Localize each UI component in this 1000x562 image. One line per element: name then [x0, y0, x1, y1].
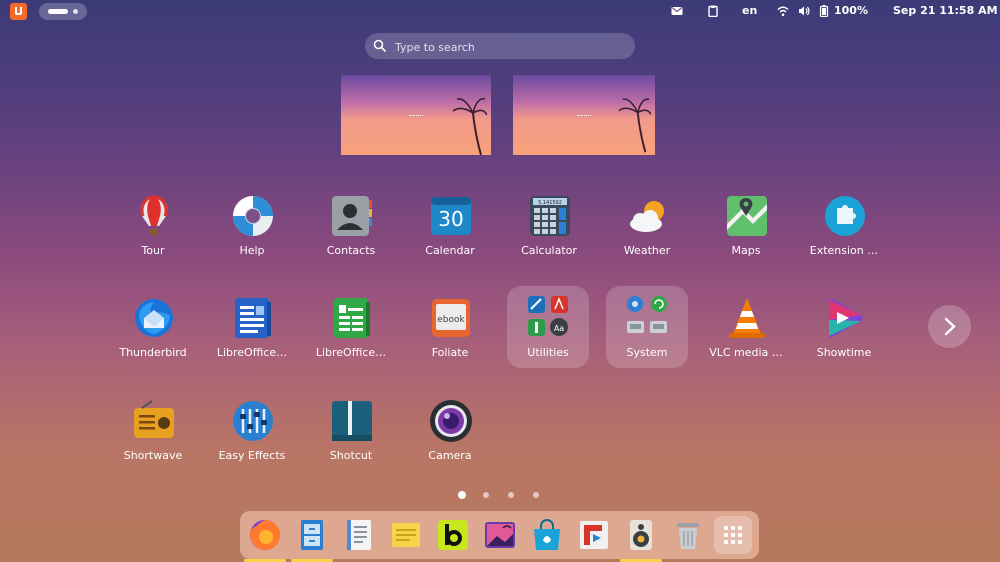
contacts-icon — [332, 196, 372, 236]
trash-icon — [677, 523, 699, 549]
svg-text:5,141592: 5,141592 — [538, 200, 562, 206]
firefox-icon — [250, 519, 281, 550]
puzzle-icon — [825, 196, 865, 236]
top-bar: en 100% Sep 21 11:58 AM — [0, 0, 1000, 24]
app-calendar[interactable]: 30 Calendar — [405, 186, 495, 276]
calendar-icon: 30 — [431, 197, 471, 235]
page-dot-4[interactable] — [533, 492, 539, 498]
thunderbird-icon — [135, 299, 173, 337]
search-icon — [373, 39, 387, 53]
wifi-icon[interactable] — [777, 5, 789, 17]
dock-show-apps[interactable] — [714, 516, 752, 554]
app-shortwave[interactable]: Shortwave — [108, 391, 198, 481]
lifebuoy-icon — [233, 196, 273, 236]
svg-text:30: 30 — [438, 207, 463, 231]
workspace-thumbnail-1[interactable] — [341, 75, 491, 155]
svg-text:ebook: ebook — [437, 315, 465, 325]
software-bag-icon — [534, 519, 560, 550]
mail-icon[interactable] — [671, 5, 683, 17]
app-camera[interactable]: Camera — [405, 391, 495, 481]
dock-software[interactable] — [528, 516, 566, 554]
map-icon — [727, 196, 767, 236]
app-easy-effects[interactable]: Easy Effects — [207, 391, 297, 481]
app-contacts[interactable]: Contacts — [306, 186, 396, 276]
logo-icon[interactable] — [10, 3, 27, 20]
search-bar[interactable] — [365, 33, 635, 59]
app-calculator[interactable]: 5,141592 Calculator — [504, 186, 594, 276]
dock-firefox[interactable] — [244, 516, 286, 562]
chevron-right-icon — [944, 317, 956, 336]
calculator-icon: 5,141592 — [530, 196, 570, 236]
app-foliate[interactable]: ebook Foliate — [405, 288, 495, 378]
dock — [240, 511, 759, 562]
files-cabinet-icon — [301, 520, 323, 550]
app-vlc[interactable]: VLC media … — [701, 288, 791, 378]
page-dot-3[interactable] — [508, 492, 514, 498]
dock-trash[interactable] — [669, 516, 707, 554]
weather-icon — [630, 201, 664, 232]
dock-image-viewer[interactable] — [481, 516, 519, 554]
sticky-notes-icon — [392, 523, 420, 547]
page-dot-1[interactable] — [458, 491, 466, 499]
dock-notes[interactable] — [387, 516, 425, 554]
app-maps[interactable]: Maps — [701, 186, 791, 276]
text-editor-icon — [347, 520, 371, 550]
system-folder-icon — [627, 296, 667, 333]
showtime-icon — [829, 298, 863, 338]
page-dot-2[interactable] — [483, 492, 489, 498]
app-thunderbird[interactable]: Thunderbird — [108, 288, 198, 378]
language-indicator[interactable]: en — [742, 4, 757, 17]
equalizer-icon — [233, 401, 273, 441]
palm-tree-icon — [452, 97, 487, 155]
ebook-icon: ebook — [432, 299, 470, 337]
image-viewer-icon — [485, 522, 515, 548]
utilities-folder-icon: Aa — [528, 296, 568, 336]
svg-text:Aa: Aa — [554, 324, 564, 333]
clock[interactable]: Sep 21 11:58 AM — [893, 4, 998, 17]
flowblade-icon — [580, 521, 608, 549]
dock-flowblade[interactable] — [575, 516, 613, 554]
folder-system[interactable]: System — [606, 286, 688, 368]
palm-tree-icon — [618, 98, 651, 153]
clipboard-icon[interactable] — [707, 5, 719, 17]
app-libreoffice-calc[interactable]: LibreOffice… — [306, 288, 396, 378]
app-tour[interactable]: Tour — [108, 186, 198, 276]
app-grid-icon — [724, 526, 742, 544]
app-showtime[interactable]: Showtime — [799, 288, 889, 378]
dock-files[interactable] — [291, 516, 333, 562]
dock-text-editor[interactable] — [340, 516, 378, 554]
shotcut-icon — [332, 401, 372, 441]
app-extension-manager[interactable]: Extension … — [799, 186, 889, 276]
app-libreoffice-writer[interactable]: LibreOffice… — [207, 288, 297, 378]
camera-lens-icon — [430, 400, 472, 442]
battery-percent: 100% — [834, 4, 868, 17]
battery-icon[interactable] — [818, 5, 830, 17]
folder-utilities[interactable]: Aa Utilities — [507, 286, 589, 368]
libreoffice-writer-icon — [235, 298, 271, 338]
next-page-button[interactable] — [928, 305, 971, 348]
workspace-indicator[interactable] — [39, 3, 87, 20]
dock-bluefish[interactable] — [434, 516, 472, 554]
bluefish-b-icon — [438, 520, 468, 550]
volume-icon[interactable] — [798, 5, 810, 17]
hot-air-balloon-icon — [140, 195, 168, 235]
search-input[interactable] — [393, 36, 627, 58]
libreoffice-calc-icon — [334, 298, 370, 338]
workspace-thumbnail-2[interactable] — [513, 75, 655, 155]
dock-rhythmbox[interactable] — [620, 516, 662, 562]
speaker-icon — [630, 520, 652, 550]
vlc-cone-icon — [729, 298, 765, 338]
radio-icon — [134, 400, 174, 438]
app-shotcut[interactable]: Shotcut — [306, 391, 396, 481]
app-weather[interactable]: Weather — [602, 186, 692, 276]
app-help[interactable]: Help — [207, 186, 297, 276]
